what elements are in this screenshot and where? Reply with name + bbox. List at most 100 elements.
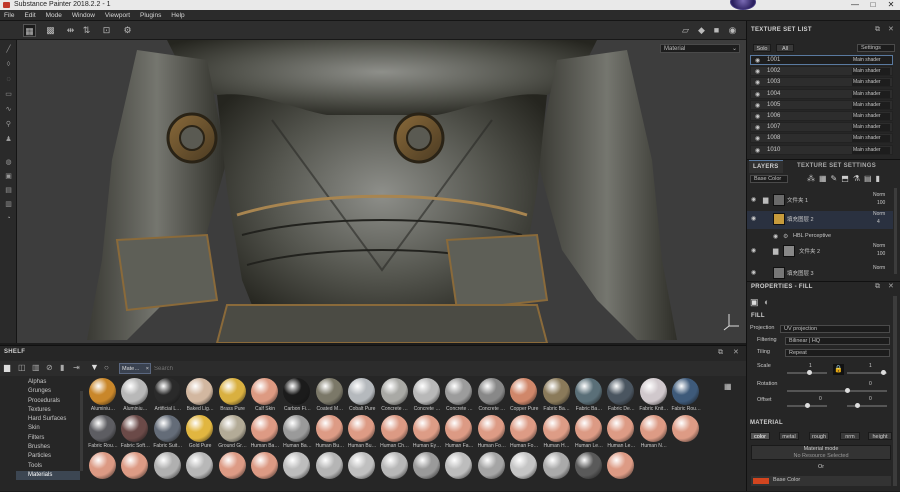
material-tab-icon[interactable]: ◐ — [764, 297, 769, 307]
material-tile[interactable] — [183, 452, 215, 489]
channel-color-button[interactable]: color — [750, 432, 770, 440]
offset-y-slider-knob[interactable] — [855, 403, 860, 408]
material-tile[interactable]: Artificial L… — [151, 378, 183, 415]
visibility-eye-icon[interactable]: ◉ — [773, 233, 778, 240]
visibility-eye-icon[interactable]: ◉ — [751, 196, 756, 203]
align-icon[interactable]: ⇅ — [80, 24, 93, 37]
material-picker-icon[interactable]: ♟ — [4, 135, 13, 144]
material-tile[interactable] — [475, 452, 507, 489]
material-tile[interactable]: Human Le… — [572, 415, 604, 452]
material-mode-button[interactable]: Material mode No Resource Selected — [751, 445, 891, 460]
material-tile[interactable]: Fabric Ba… — [572, 378, 604, 415]
material-tile[interactable]: Copper Pure — [507, 378, 539, 415]
grid-multi-view-icon[interactable]: ▩ — [44, 24, 57, 37]
shader-dropdown[interactable]: Main shader — [852, 113, 890, 120]
texture-set-row[interactable]: ◉ 1001 Main shader — [750, 55, 893, 65]
shelf-category-alphas[interactable]: Alphas — [16, 378, 80, 387]
folder-icon[interactable]: ▱ — [679, 24, 692, 37]
filtering-dropdown[interactable]: Bilinear | HQ — [785, 337, 890, 345]
properties-scrollbar[interactable] — [893, 296, 897, 486]
projection-icon[interactable]: ◌ — [4, 75, 13, 84]
material-tile[interactable]: Concrete … — [442, 378, 474, 415]
close-icon[interactable]: ✕ — [888, 282, 894, 290]
material-tile[interactable]: Concrete … — [410, 378, 442, 415]
material-tile[interactable]: Cobalt Pure — [345, 378, 377, 415]
shader-dropdown[interactable]: Main shader — [852, 90, 890, 98]
library-icon[interactable]: ▥ — [32, 363, 40, 372]
python-icon[interactable]: ▤ — [4, 186, 13, 195]
shelf-category-materials[interactable]: Materials — [16, 470, 80, 481]
material-tile[interactable] — [248, 452, 280, 489]
shader-dropdown[interactable]: Main shader — [852, 135, 890, 143]
close-icon[interactable]: ✕ — [888, 25, 894, 33]
material-tile[interactable]: Human Fo… — [475, 415, 507, 452]
material-tile[interactable]: Fabric Rou… — [669, 378, 701, 415]
material-tile[interactable] — [345, 452, 377, 489]
menu-help[interactable]: Help — [167, 10, 188, 21]
texture-set-row[interactable]: ◉ 1005 Main shader — [750, 99, 893, 110]
material-tile[interactable]: Calf Skin — [248, 378, 280, 415]
minimize-button[interactable]: — — [848, 0, 862, 10]
material-tile[interactable]: Human Bu… — [313, 415, 345, 452]
projection-dropdown[interactable]: UV projection — [780, 325, 890, 333]
symmetry-icon[interactable]: ⇹ — [64, 24, 77, 37]
solo-button[interactable]: Solo — [753, 44, 771, 52]
visibility-eye-icon[interactable]: ◉ — [755, 135, 760, 142]
visibility-eye-icon[interactable]: ◉ — [751, 247, 756, 254]
video-camera-icon[interactable]: ■ — [710, 24, 723, 37]
trash-icon[interactable]: ▮ — [60, 363, 64, 372]
material-tile[interactable]: Human Fo… — [507, 415, 539, 452]
visibility-eye-icon[interactable]: ◉ — [755, 124, 760, 131]
shader-settings-icon[interactable]: ▣ — [4, 172, 13, 181]
new-folder-icon[interactable]: ◫ — [18, 363, 26, 372]
undock-icon[interactable]: ⧉ — [875, 283, 880, 291]
cube-icon[interactable]: ◆ — [695, 24, 708, 37]
tab-layers[interactable]: LAYERS — [749, 160, 783, 173]
close-window-button[interactable]: ✕ — [884, 0, 898, 10]
shelf-category-procedurals[interactable]: Procedurals — [16, 397, 80, 406]
base-color-swatch[interactable] — [753, 478, 769, 484]
grid-single-view-icon[interactable]: ▦ — [23, 24, 36, 37]
render-icon[interactable]: ◉ — [726, 24, 739, 37]
offset-y-slider[interactable] — [847, 403, 887, 408]
history-icon[interactable]: ◔ — [4, 214, 13, 223]
tab-texture-set-settings[interactable]: TEXTURE SET SETTINGS — [793, 160, 880, 172]
material-tile[interactable]: Carbon Fi… — [280, 378, 312, 415]
material-tile[interactable]: Human H… — [540, 415, 572, 452]
shader-dropdown[interactable]: Main shader — [852, 101, 890, 109]
search-circle-icon[interactable]: ○ — [104, 363, 109, 372]
material-tile[interactable]: Human Ch… — [378, 415, 410, 452]
material-tile[interactable]: Baked Lig… — [183, 378, 215, 415]
visibility-eye-icon[interactable]: ◉ — [751, 215, 756, 222]
menu-file[interactable]: File — [0, 10, 18, 21]
shader-dropdown[interactable]: Main shader — [852, 146, 890, 154]
layer-blend-mode[interactable]: Norm — [873, 265, 885, 271]
shelf-category-grunges[interactable]: Grunges — [16, 387, 80, 396]
material-tile[interactable]: Fabric Rou… — [86, 415, 118, 452]
grid-view-icon[interactable]: ▦ — [724, 382, 732, 391]
material-tile[interactable]: Coated M… — [313, 378, 345, 415]
tiling-dropdown[interactable]: Repeat — [785, 349, 890, 357]
material-tile[interactable] — [216, 452, 248, 489]
menu-window[interactable]: Window — [68, 10, 99, 21]
texture-set-row[interactable]: ◉ 1006 Main shader — [750, 111, 893, 121]
material-tile[interactable] — [507, 452, 539, 489]
material-tile[interactable] — [118, 452, 150, 489]
menu-edit[interactable]: Edit — [20, 10, 39, 21]
layer-blend-mode[interactable]: Norm — [873, 192, 885, 198]
smudge-icon[interactable]: ∿ — [4, 105, 13, 114]
layer-opacity[interactable]: 100 — [877, 251, 885, 257]
filter-icon[interactable]: ▼ — [90, 362, 99, 372]
layer-effect-row[interactable]: ◉ ⚙ HBL Perceptive — [747, 232, 893, 241]
material-tile[interactable]: Brass Pure — [216, 378, 248, 415]
layer-row[interactable]: ◉ 填充图层 2 Norm 4 — [747, 211, 893, 229]
material-tile[interactable]: Human Le… — [604, 415, 636, 452]
channel-dropdown[interactable]: Base Color — [750, 175, 788, 183]
material-tile[interactable] — [572, 452, 604, 489]
visibility-eye-icon[interactable]: ◉ — [755, 91, 760, 98]
material-tile[interactable]: Human Bu… — [345, 415, 377, 452]
eraser-icon[interactable]: ◊ — [4, 60, 13, 69]
settings-gear-icon[interactable]: ⚙ — [121, 24, 134, 37]
material-tile[interactable]: Fabric Ba… — [540, 378, 572, 415]
shelf-category-particles[interactable]: Particles — [16, 452, 80, 461]
